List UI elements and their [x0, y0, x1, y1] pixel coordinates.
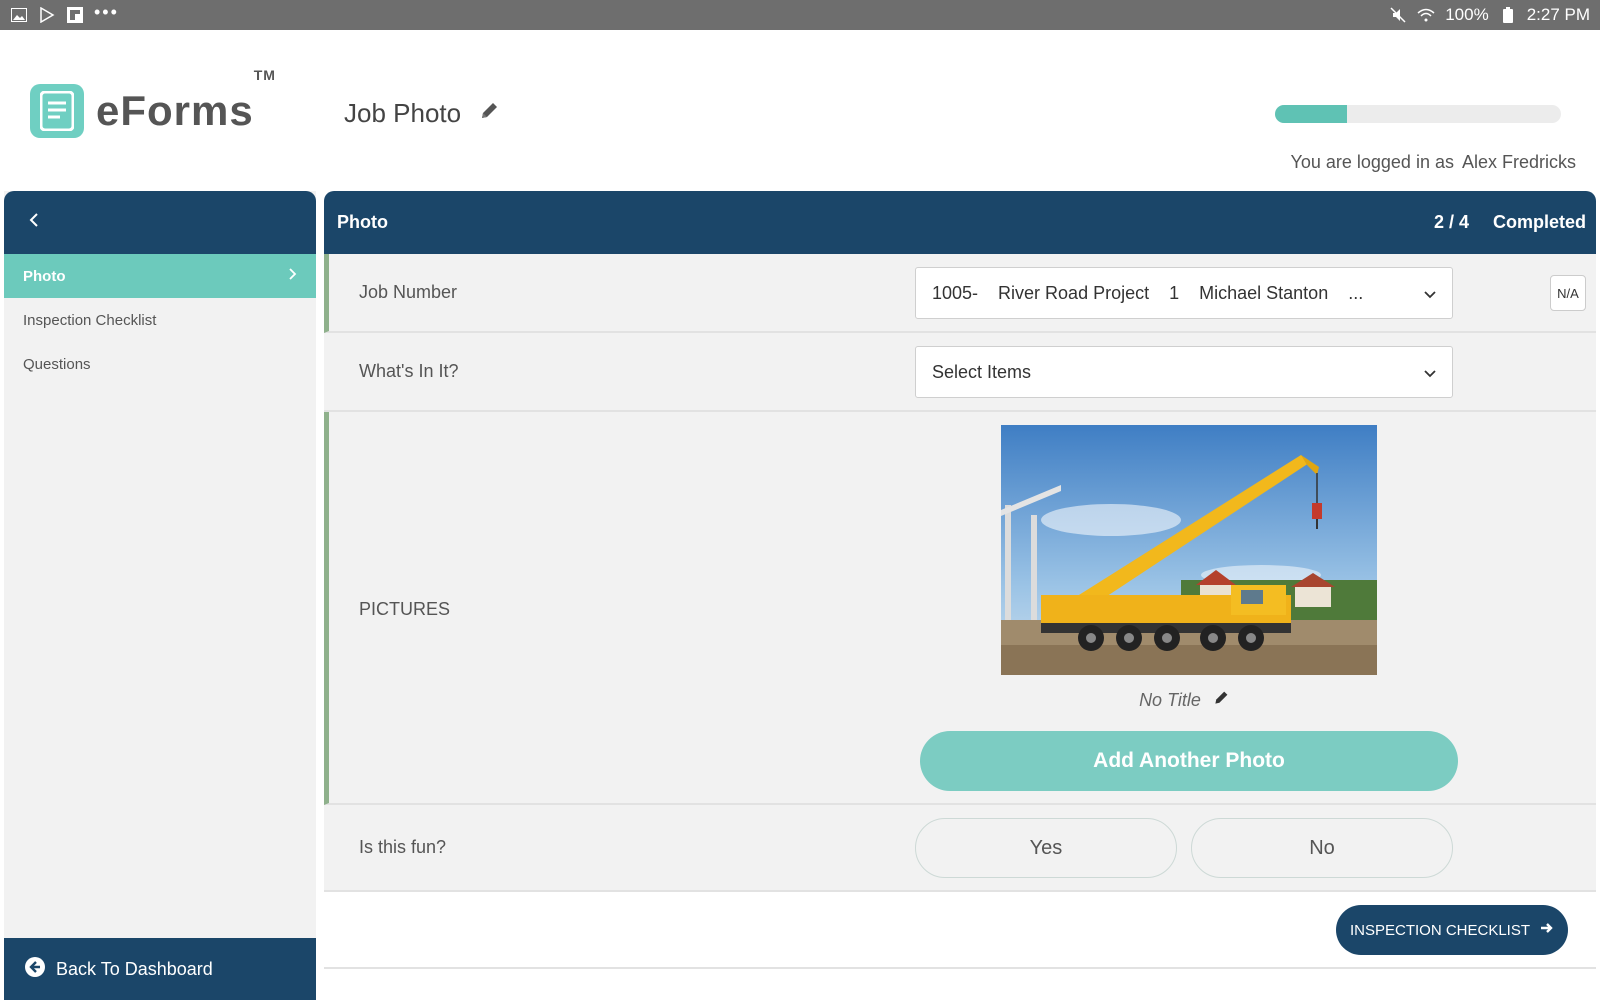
add-another-photo-button[interactable]: Add Another Photo [920, 731, 1458, 791]
page-title: Job Photo [344, 98, 462, 128]
arrow-right-icon [1540, 921, 1554, 939]
battery-percent: 100% [1445, 5, 1489, 24]
back-to-dashboard-label: Back To Dashboard [56, 958, 213, 979]
next-button-label: INSPECTION CHECKLIST [1349, 921, 1530, 939]
clock: 2:27 PM [1526, 5, 1590, 24]
job-number-ellipsis: ... [1348, 282, 1364, 303]
is-this-fun-row: Is this fun? Yes No [324, 805, 1596, 892]
user-name: Alex Fredricks [1461, 152, 1576, 172]
logo-trademark: TM [253, 67, 276, 83]
sidebar-item-questions[interactable]: Questions [4, 342, 316, 386]
form-progress-bar [1275, 105, 1561, 123]
section-title: Photo [337, 212, 388, 232]
arrow-left-circle-icon [24, 956, 46, 983]
eforms-logo: eFormsTM [30, 67, 276, 138]
photo-title-text: No Title [1139, 690, 1201, 710]
sidebar: Photo Inspection Checklist Questions Bac… [4, 191, 316, 1000]
chevron-right-icon [288, 267, 298, 285]
login-prefix: You are logged in as [1290, 152, 1454, 172]
section-header: Photo 2 / 4 Completed [324, 191, 1596, 254]
whats-in-it-select[interactable]: Select Items [915, 346, 1453, 398]
form-progress-fill [1275, 105, 1347, 123]
section-status-group: 2 / 4 Completed [1434, 212, 1586, 233]
collapse-sidebar-chevron-left-icon[interactable] [28, 212, 40, 233]
section-count: 2 / 4 [1433, 212, 1469, 232]
chevron-down-icon [1424, 283, 1436, 304]
pictures-row: PICTURES No Title Add Another Photo [324, 412, 1596, 805]
form-main-panel: Photo 2 / 4 Completed Job Number 1005- R… [324, 191, 1596, 1000]
flipboard-icon [66, 6, 84, 24]
status-bar-right: 100% 2:27 PM [1389, 5, 1590, 25]
divider [324, 967, 1596, 969]
gallery-icon [10, 6, 28, 24]
login-info: You are logged in as Alex Fredricks [1291, 152, 1577, 173]
form-icon [30, 84, 84, 138]
sidebar-header [4, 191, 316, 254]
status-bar-left: ••• [10, 2, 119, 24]
whats-in-it-label: What's In It? [359, 361, 459, 381]
photo-caption: No Title [915, 690, 1453, 711]
select-items-placeholder: Select Items [932, 361, 1032, 382]
job-number-person: Michael Stanton [1199, 282, 1329, 303]
na-button[interactable]: N/A [1550, 275, 1586, 311]
more-notifications-icon: ••• [94, 1, 119, 22]
mute-icon [1389, 6, 1407, 24]
edit-title-pencil-icon[interactable] [479, 101, 499, 126]
job-number-select[interactable]: 1005- River Road Project 1 Michael Stant… [915, 267, 1453, 319]
next-inspection-checklist-button[interactable]: INSPECTION CHECKLIST [1335, 905, 1568, 955]
wifi-icon [1417, 6, 1435, 24]
job-number-row: Job Number 1005- River Road Project 1 Mi… [324, 254, 1596, 333]
no-button[interactable]: No [1191, 818, 1453, 878]
job-photo-crane[interactable] [1001, 425, 1377, 675]
sidebar-item-label: Photo [23, 267, 66, 285]
play-store-icon [38, 6, 56, 24]
sidebar-item-label: Questions [23, 355, 91, 373]
logo-text: eFormsTM [96, 67, 276, 134]
back-to-dashboard-button[interactable]: Back To Dashboard [4, 938, 316, 1000]
job-number-index: 1 [1169, 282, 1180, 303]
chevron-down-icon [1424, 362, 1436, 383]
sidebar-item-label: Inspection Checklist [23, 311, 157, 329]
job-number-values: 1005- River Road Project 1 Michael Stant… [932, 283, 1363, 304]
battery-icon [1499, 6, 1517, 24]
sidebar-item-photo[interactable]: Photo [4, 254, 316, 298]
job-number-code: 1005- [932, 282, 979, 303]
edit-caption-pencil-icon[interactable] [1213, 690, 1229, 711]
whats-in-it-row: What's In It? Select Items [324, 333, 1596, 412]
sidebar-item-inspection-checklist[interactable]: Inspection Checklist [4, 298, 316, 342]
status-bar: ••• 100% 2:27 PM [0, 0, 1600, 30]
job-number-label: Job Number [359, 282, 458, 302]
yes-button[interactable]: Yes [915, 818, 1177, 878]
pictures-label: PICTURES [359, 599, 451, 619]
job-number-project: River Road Project [998, 282, 1150, 303]
is-this-fun-label: Is this fun? [359, 837, 447, 857]
page-title-group: Job Photo [344, 98, 499, 129]
section-status: Completed [1492, 212, 1586, 232]
